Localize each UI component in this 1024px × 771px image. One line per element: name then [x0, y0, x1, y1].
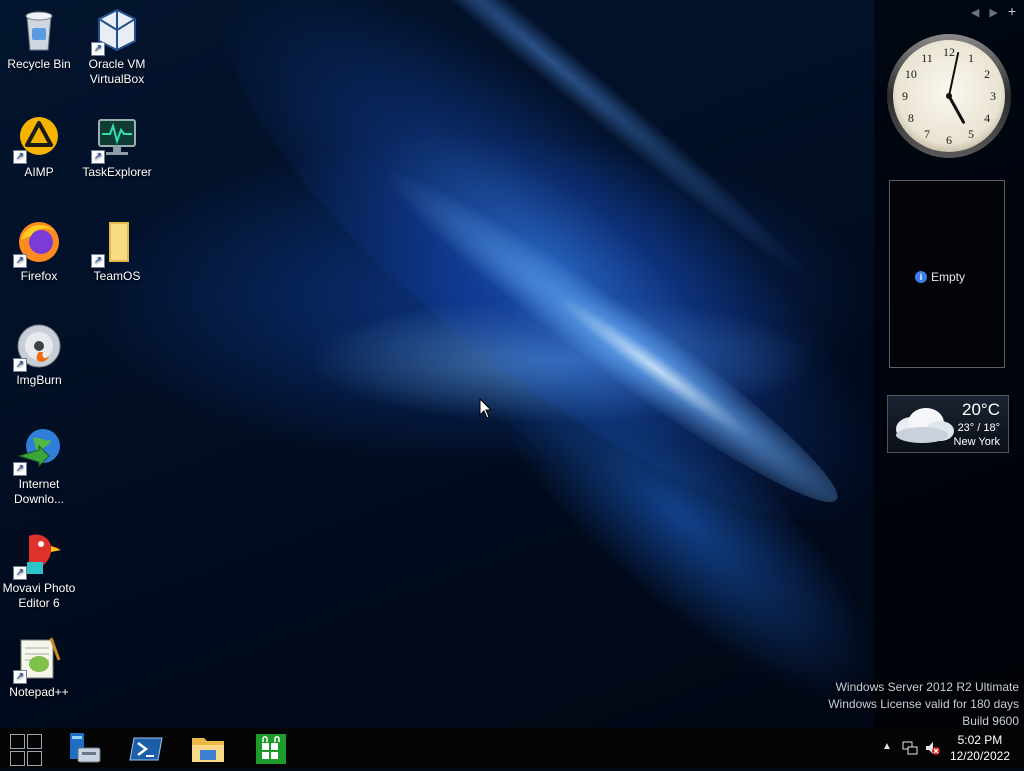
taskbar: ▲ 5:02 PM 12/20/2022 — [0, 728, 1024, 768]
desktop-icon-label: Notepad++ — [9, 685, 69, 699]
clock-numeral: 8 — [908, 111, 914, 125]
start-tile — [10, 734, 25, 749]
task-explorer-icon: ↗ — [91, 114, 141, 164]
internet-download-manager-icon: ↗ — [13, 426, 63, 476]
start-button[interactable] — [8, 732, 44, 766]
clock-numeral: 3 — [990, 89, 996, 103]
clock-numeral: 7 — [924, 127, 930, 141]
slideshow-gadget[interactable]: i Empty — [889, 180, 1005, 368]
desktop-wallpaper — [0, 0, 1024, 728]
watermark-edition: Windows Server 2012 R2 Ultimate — [835, 680, 1019, 694]
taskbar-clock[interactable]: 5:02 PM 12/20/2022 — [950, 732, 1010, 764]
shortcut-arrow-icon: ↗ — [13, 150, 27, 164]
weather-city: New York — [953, 436, 1000, 448]
weather-gadget[interactable]: 20°C 23° / 18° New York — [887, 395, 1009, 453]
shortcut-arrow-icon: ↗ — [91, 42, 105, 56]
slideshow-status: Empty — [931, 270, 966, 284]
shortcut-arrow-icon: ↗ — [13, 254, 27, 268]
virtualbox-icon: ↗ — [91, 6, 141, 56]
desktop-icon-recycle-bin[interactable]: Recycle Bin — [0, 6, 78, 72]
taskbar-server-manager[interactable] — [64, 730, 108, 766]
recycle-bin-icon — [15, 6, 63, 54]
desktop-icon-label: AIMP — [24, 165, 54, 179]
desktop-icon-aimp[interactable]: ↗ AIMP — [0, 114, 78, 180]
clock-numeral: 1 — [968, 51, 974, 65]
mouse-cursor-icon — [479, 397, 493, 425]
weather-temperature: 20°C — [962, 400, 1000, 419]
shortcut-arrow-icon: ↗ — [91, 254, 105, 268]
firefox-icon: ↗ — [13, 218, 63, 268]
desktop-icon-label: TaskExplorer — [82, 165, 152, 179]
desktop-icon-movavi-photo-editor[interactable]: ↗ Movavi Photo Editor 6 — [0, 530, 78, 611]
desktop-icon-firefox[interactable]: ↗ Firefox — [0, 218, 78, 284]
store-icon — [256, 734, 286, 764]
tray-overflow-button[interactable]: ▲ — [882, 741, 892, 752]
add-gadget-button[interactable]: + — [1008, 4, 1016, 19]
start-tile — [27, 751, 42, 766]
clock-numeral: 6 — [946, 133, 952, 147]
windows-watermark: Windows Server 2012 R2 Ultimate Windows … — [828, 679, 1019, 730]
taskbar-powershell[interactable] — [124, 730, 168, 766]
shortcut-arrow-icon: ↗ — [91, 150, 105, 164]
clock-numeral: 10 — [905, 67, 917, 81]
start-tile — [10, 751, 25, 766]
desktop-icon-virtualbox[interactable]: ↗ Oracle VM VirtualBox — [78, 6, 156, 87]
clock-numeral: 9 — [902, 89, 908, 103]
desktop-icon-label: Firefox — [20, 269, 58, 283]
network-icon[interactable] — [902, 740, 918, 759]
desktop-icon-label: Movavi Photo Editor 6 — [2, 581, 76, 610]
clock-numeral: 4 — [984, 111, 990, 125]
desktop-icon-teamos[interactable]: ↗ TeamOS — [78, 218, 156, 284]
volume-muted-icon[interactable] — [924, 740, 940, 759]
server-manager-icon — [70, 733, 101, 763]
shortcut-arrow-icon: ↗ — [13, 566, 27, 580]
analog-clock-icon: 12 1234567891011 — [887, 34, 1011, 158]
clock-numeral: 2 — [984, 67, 990, 81]
desktop-icon-label: TeamOS — [93, 269, 141, 283]
notepad-plus-plus-icon: ↗ — [13, 634, 63, 684]
folder-icon: ↗ — [91, 218, 141, 268]
aimp-icon: ↗ — [13, 114, 63, 164]
shortcut-arrow-icon: ↗ — [13, 670, 27, 684]
imgburn-icon: ↗ — [13, 322, 63, 372]
powershell-icon — [129, 737, 163, 761]
sidebar-prev-button[interactable]: ◀ — [971, 6, 979, 19]
start-tile — [27, 734, 42, 749]
desktop-icon-internet-download-manager[interactable]: ↗ Internet Downlo... — [0, 426, 78, 507]
desktop-icon-label: Internet Downlo... — [13, 477, 65, 506]
taskbar-time: 5:02 PM — [957, 733, 1003, 747]
clock-numeral: 5 — [968, 127, 974, 141]
desktop-icon-notepad-plus-plus[interactable]: ↗ Notepad++ — [0, 634, 78, 700]
taskbar-date: 12/20/2022 — [949, 749, 1010, 763]
sidebar-next-button[interactable]: ▶ — [989, 6, 997, 19]
desktop-icon-imgburn[interactable]: ↗ ImgBurn — [0, 322, 78, 388]
cloud-icon — [896, 408, 954, 443]
taskbar-file-explorer[interactable] — [186, 730, 230, 766]
shortcut-arrow-icon: ↗ — [13, 358, 27, 372]
taskbar-store[interactable] — [248, 730, 292, 766]
desktop-icon-label: Oracle VM VirtualBox — [88, 57, 146, 86]
sidebar-controls: ◀ ▶ + — [971, 4, 1016, 19]
movavi-photo-editor-icon: ↗ — [13, 530, 63, 580]
desktop-icon-label: Recycle Bin — [7, 57, 71, 71]
watermark-license: Windows License valid for 180 days — [828, 697, 1019, 711]
file-explorer-icon — [192, 738, 224, 762]
info-icon: i — [915, 271, 927, 283]
desktop-icon-task-explorer[interactable]: ↗ TaskExplorer — [78, 114, 156, 180]
slideshow-empty-label: i Empty — [915, 270, 965, 284]
clock-numeral: 11 — [921, 51, 933, 65]
shortcut-arrow-icon: ↗ — [13, 462, 27, 476]
clock-gadget[interactable]: 12 1 2 3 4 5 6 7 8 9 10 11 — [885, 32, 1013, 160]
system-tray: ▲ 5:02 PM 12/20/2022 — [864, 728, 1024, 768]
desktop-icon-label: ImgBurn — [16, 373, 62, 387]
weather-range: 23° / 18° — [957, 422, 1000, 434]
clock-numeral: 12 — [943, 45, 955, 59]
